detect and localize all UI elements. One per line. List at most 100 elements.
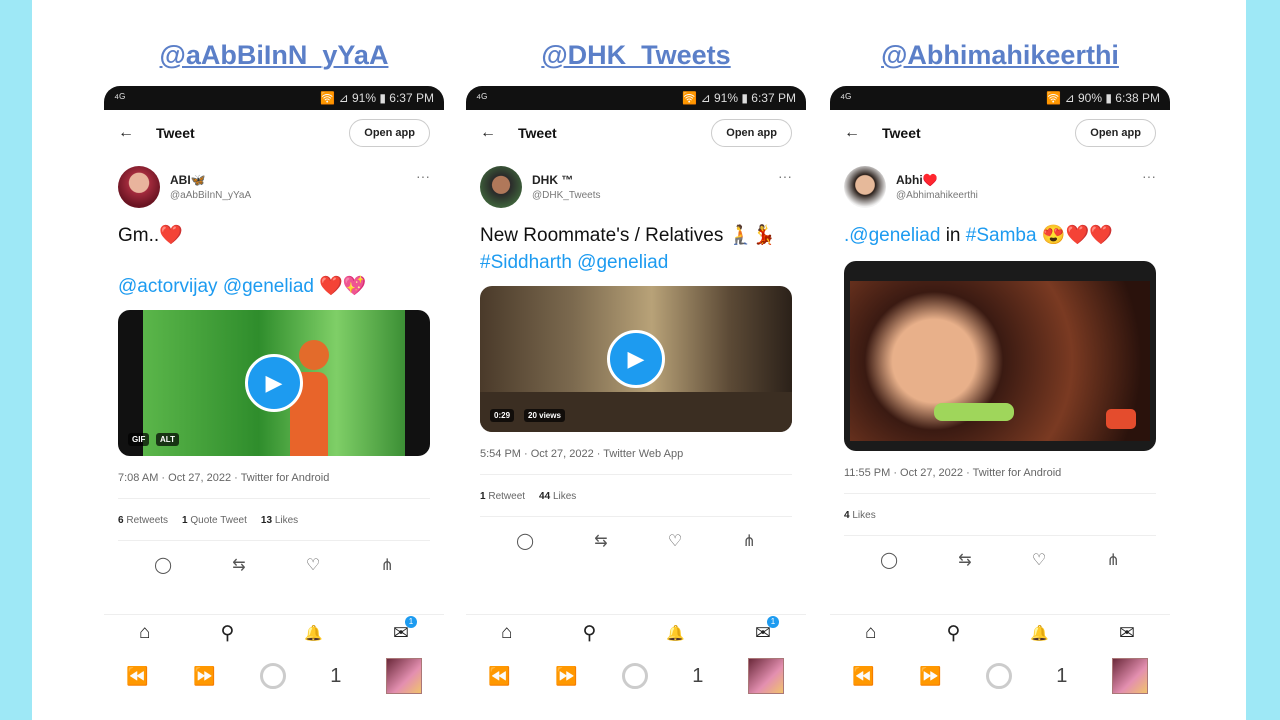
- page-title: Tweet: [518, 125, 557, 141]
- like-icon[interactable]: ♡: [668, 531, 682, 551]
- search-icon[interactable]: ⚲: [220, 622, 234, 645]
- tweet-media-gif[interactable]: ▶ GIF ALT: [118, 310, 430, 456]
- tweet-actions: ◯ ⇆ ♡ ⋔: [466, 517, 806, 551]
- likes-stat[interactable]: 4 Likes: [844, 510, 876, 521]
- bell-icon[interactable]: 🔔: [666, 624, 685, 642]
- reply-icon[interactable]: ◯: [154, 555, 172, 575]
- retweet-icon[interactable]: ⇆: [958, 550, 971, 570]
- avatar[interactable]: [480, 166, 522, 208]
- search-icon[interactable]: ⚲: [582, 622, 596, 645]
- open-app-button[interactable]: Open app: [1075, 119, 1156, 147]
- bell-icon[interactable]: 🔔: [1030, 624, 1049, 642]
- avatar[interactable]: [844, 166, 886, 208]
- mention-links[interactable]: @actorvijay @geneliad: [118, 276, 314, 297]
- share-icon[interactable]: ⋔: [380, 555, 393, 575]
- phone-column-3: @Abhimahikeerthi ⁴ᴳ 🛜 ⊿ 90% ▮ 6:38 PM ← …: [830, 0, 1170, 720]
- share-icon[interactable]: ⋔: [1106, 550, 1119, 570]
- rewind-icon[interactable]: ⏪: [852, 666, 874, 687]
- tweet-text: New Roommate's / Relatives 🧎💃 #Siddharth…: [466, 218, 806, 276]
- share-icon[interactable]: ⋔: [742, 531, 755, 551]
- like-icon[interactable]: ♡: [306, 555, 320, 575]
- bell-icon[interactable]: 🔔: [304, 624, 323, 642]
- notification-badge: 1: [404, 615, 417, 628]
- phone-column-1: @aAbBiInN_yYaA ⁴ᴳ 🛜 ⊿ 91% ▮ 6:37 PM ← Tw…: [104, 0, 444, 720]
- handle-label: @DHK_Tweets: [541, 40, 731, 70]
- retweet-stat[interactable]: 1 Retweet: [480, 491, 525, 502]
- phone-screen: ⁴ᴳ 🛜 ⊿ 91% ▮ 6:37 PM ← Tweet Open app DH…: [466, 86, 806, 720]
- more-icon[interactable]: ···: [416, 168, 430, 184]
- likes-stat[interactable]: 13 Likes: [261, 515, 298, 526]
- search-icon[interactable]: ⚲: [946, 622, 960, 645]
- mail-icon[interactable]: ✉: [1119, 622, 1135, 645]
- app-thumbnail[interactable]: [1111, 658, 1148, 694]
- rewind-icon[interactable]: ⏪: [488, 666, 510, 687]
- tweet-line-1: .@geneliad in #Samba 😍❤️❤️: [844, 225, 1113, 246]
- forward-icon[interactable]: ⏩: [193, 666, 215, 687]
- phone-screen: ⁴ᴳ 🛜 ⊿ 91% ▮ 6:37 PM ← Tweet Open app AB…: [104, 86, 444, 720]
- open-app-button[interactable]: Open app: [349, 119, 430, 147]
- mention-link[interactable]: .@geneliad: [844, 225, 940, 246]
- collage-board: @aAbBiInN_yYaA ⁴ᴳ 🛜 ⊿ 91% ▮ 6:37 PM ← Tw…: [32, 0, 1246, 720]
- like-icon[interactable]: ♡: [1032, 550, 1046, 570]
- retweet-icon[interactable]: ⇆: [594, 531, 607, 551]
- mention-link[interactable]: @geneliad: [572, 252, 668, 273]
- tweet-stats: 4 Likes: [830, 494, 1170, 521]
- page-title: Tweet: [156, 125, 195, 141]
- avatar[interactable]: [118, 166, 160, 208]
- quote-stat[interactable]: 1 Quote Tweet: [182, 515, 247, 526]
- back-arrow-icon[interactable]: ←: [844, 124, 860, 142]
- page-number: 1: [330, 664, 342, 687]
- top-bar: ← Tweet Open app: [104, 110, 444, 156]
- top-bar: ← Tweet Open app: [830, 110, 1170, 156]
- likes-stat[interactable]: 44 Likes: [539, 491, 576, 502]
- mail-icon[interactable]: ✉ 1: [755, 615, 779, 645]
- alt-badge[interactable]: ALT: [156, 433, 179, 446]
- home-icon[interactable]: ⌂: [865, 622, 876, 644]
- retweet-stat[interactable]: 6 Retweets: [118, 515, 168, 526]
- tweet-author[interactable]: ABI🦋 @aAbBiInN_yYaA ···: [104, 156, 444, 218]
- more-icon[interactable]: ···: [778, 168, 792, 184]
- reply-icon[interactable]: ◯: [516, 531, 534, 551]
- tweet-author[interactable]: DHK ™ @DHK_Tweets ···: [466, 156, 806, 218]
- hashtag-link[interactable]: #Siddharth: [480, 252, 572, 273]
- battery-clock: 🛜 ⊿ 91% ▮ 6:37 PM: [682, 91, 796, 105]
- home-icon[interactable]: ⌂: [139, 622, 150, 644]
- system-bar: ⏪ ⏩ 1: [466, 656, 806, 696]
- channel-logo: [1106, 409, 1136, 429]
- tweet-author[interactable]: Abhi♥️ @Abhimahikeerthi ···: [830, 156, 1170, 218]
- play-icon[interactable]: ▶: [607, 330, 665, 388]
- rewind-icon[interactable]: ⏪: [126, 666, 148, 687]
- home-icon[interactable]: ⌂: [501, 622, 512, 644]
- status-bar: ⁴ᴳ 🛜 ⊿ 90% ▮ 6:38 PM: [830, 86, 1170, 110]
- forward-icon[interactable]: ⏩: [919, 666, 941, 687]
- more-icon[interactable]: ···: [1142, 168, 1156, 184]
- home-circle-icon[interactable]: [985, 663, 1012, 689]
- forward-icon[interactable]: ⏩: [555, 666, 577, 687]
- phone-column-2: @DHK_Tweets ⁴ᴳ 🛜 ⊿ 91% ▮ 6:37 PM ← Tweet…: [466, 0, 806, 720]
- page-number: 1: [692, 664, 704, 687]
- media-dress: [934, 403, 1014, 421]
- back-arrow-icon[interactable]: ←: [480, 124, 496, 142]
- reply-icon[interactable]: ◯: [880, 550, 898, 570]
- author-name: Abhi♥️: [896, 173, 938, 187]
- home-circle-icon[interactable]: [621, 663, 648, 689]
- tweet-media-video[interactable]: ▶ 0:29 20 views: [480, 286, 792, 432]
- retweet-icon[interactable]: ⇆: [232, 555, 245, 575]
- handle-label: @Abhimahikeerthi: [881, 40, 1119, 70]
- tweet-stats: 1 Retweet 44 Likes: [466, 475, 806, 502]
- app-thumbnail[interactable]: [747, 658, 784, 694]
- back-arrow-icon[interactable]: ←: [118, 124, 134, 142]
- tweet-timestamp: 5:54 PM · Oct 27, 2022 · Twitter Web App: [480, 448, 684, 460]
- open-app-button[interactable]: Open app: [711, 119, 792, 147]
- play-icon[interactable]: ▶: [245, 354, 303, 412]
- app-thumbnail[interactable]: [385, 658, 422, 694]
- tweet-media-image[interactable]: [844, 261, 1156, 451]
- home-circle-icon[interactable]: [259, 663, 286, 689]
- status-bar: ⁴ᴳ 🛜 ⊿ 91% ▮ 6:37 PM: [104, 86, 444, 110]
- author-username: @Abhimahikeerthi: [896, 190, 978, 201]
- duration-badge: 0:29: [490, 409, 515, 422]
- notification-badge: 1: [766, 615, 779, 628]
- author-name: DHK ™: [532, 173, 574, 187]
- mail-icon[interactable]: ✉ 1: [393, 615, 417, 645]
- hashtag-link[interactable]: #Samba: [966, 225, 1037, 246]
